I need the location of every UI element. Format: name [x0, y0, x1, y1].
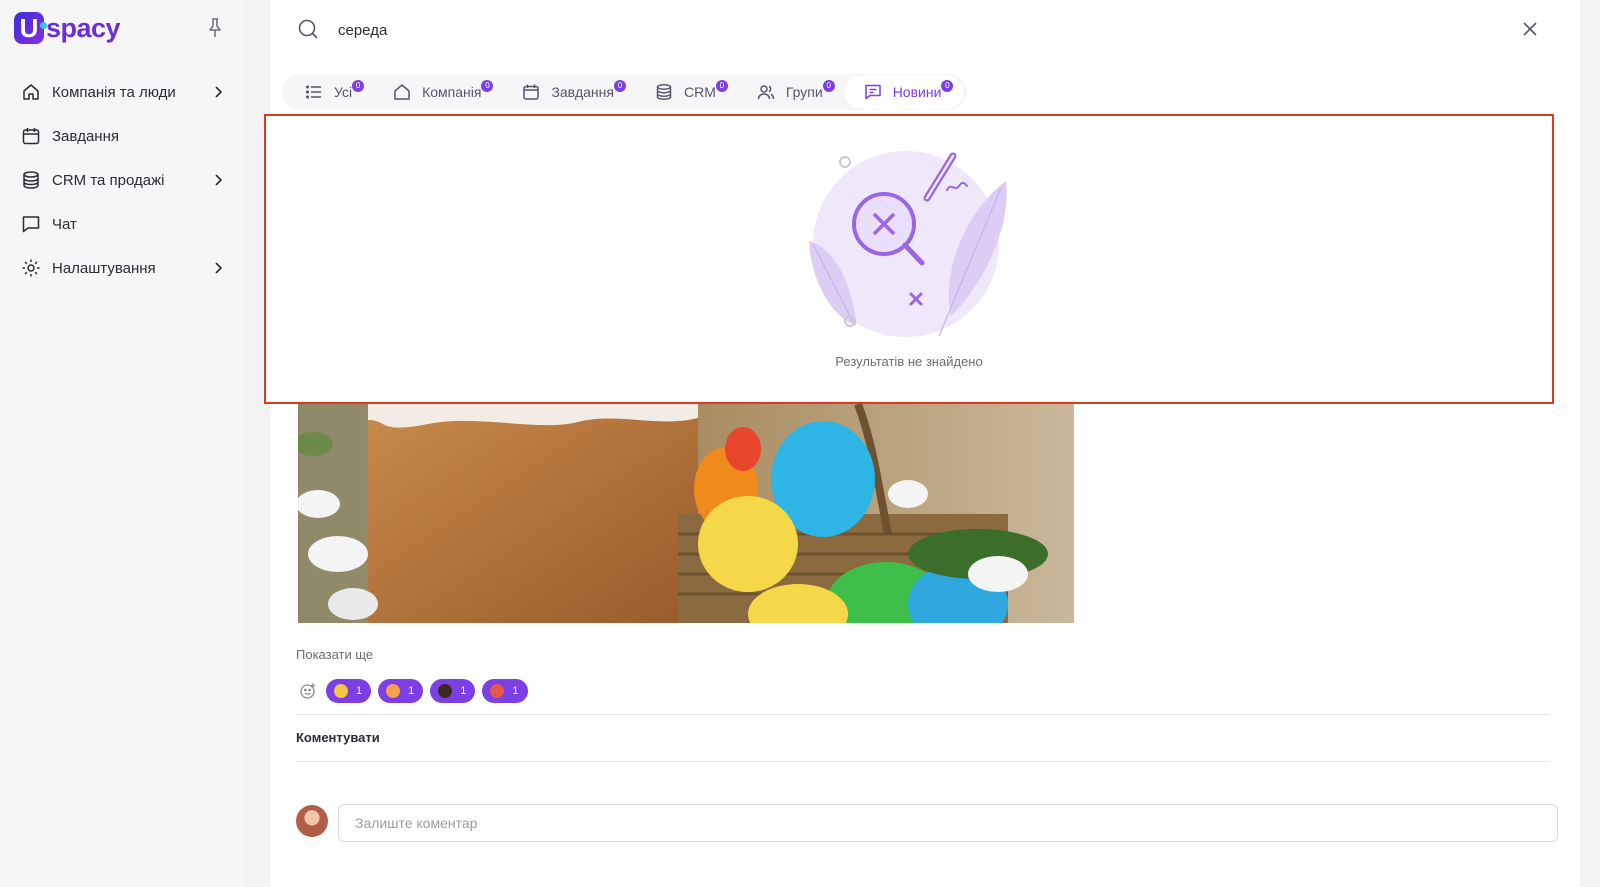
- tab-label: CRM: [683, 84, 716, 100]
- tab-news[interactable]: Новини 0: [844, 75, 964, 109]
- tab-count-badge: 0: [822, 80, 835, 92]
- tab-label: Новини: [892, 84, 942, 100]
- reaction-pill[interactable]: 1: [326, 679, 372, 703]
- sidebar-nav: Компанія та люди Завдання CRM та продажі…: [20, 70, 225, 290]
- calendar-icon: [521, 82, 541, 102]
- search-bar: [270, 0, 1580, 60]
- home-icon: [392, 82, 412, 102]
- sidebar-item-label: CRM та продажі: [52, 171, 165, 189]
- tab-count-badge: 0: [613, 80, 626, 92]
- emoji-icon: [490, 684, 505, 698]
- tab-count-badge: 0: [481, 80, 494, 92]
- reactions-bar: 1 1 1 1: [296, 679, 535, 703]
- tab-company[interactable]: Компанія 0: [374, 75, 503, 109]
- news-icon: [863, 82, 883, 102]
- users-icon: [756, 82, 776, 102]
- sidebar-item-label: Налаштування: [52, 259, 156, 277]
- sidebar-item-settings[interactable]: Налаштування: [20, 246, 225, 290]
- search-tabs: Усі 0 Компанія 0 Завдання 0 CRM 0 Групи …: [282, 74, 968, 110]
- tab-crm[interactable]: CRM 0: [636, 75, 738, 109]
- divider: [296, 714, 1550, 715]
- tab-label: Усі: [334, 84, 353, 100]
- avatar: [296, 805, 328, 837]
- divider: [296, 761, 1550, 762]
- search-icon: [297, 18, 319, 40]
- search-overlay: Усі 0 Компанія 0 Завдання 0 CRM 0 Групи …: [264, 0, 1580, 887]
- list-icon: [304, 82, 324, 102]
- sidebar-item-company[interactable]: Компанія та люди: [20, 70, 225, 114]
- chat-icon: [20, 213, 42, 235]
- tab-count-badge: 0: [352, 80, 365, 92]
- sidebar-item-crm[interactable]: CRM та продажі: [20, 158, 225, 202]
- sidebar-item-chat[interactable]: Чат: [20, 202, 225, 246]
- gear-icon: [20, 257, 42, 279]
- reaction-pill[interactable]: 1: [378, 679, 424, 703]
- tab-count-badge: 0: [715, 80, 728, 92]
- emoji-icon: [386, 684, 401, 698]
- comment-button[interactable]: Коментувати: [296, 730, 380, 745]
- no-results-illustration: [801, 146, 1011, 346]
- post-image[interactable]: [298, 404, 1074, 623]
- tab-label: Завдання: [551, 84, 614, 100]
- database-icon: [20, 169, 42, 191]
- no-results-panel: Результатів не знайдено: [264, 114, 1554, 404]
- search-input[interactable]: [338, 18, 938, 42]
- tab-groups[interactable]: Групи 0: [738, 75, 845, 109]
- sidebar-item-label: Чат: [52, 215, 77, 233]
- database-icon: [654, 82, 674, 102]
- chevron-right-icon: [211, 85, 225, 99]
- sidebar-item-label: Завдання: [52, 127, 119, 145]
- emoji-icon: [438, 684, 453, 698]
- pin-icon[interactable]: [205, 17, 225, 39]
- logo[interactable]: U spacy: [14, 12, 121, 44]
- show-more-link[interactable]: Показати ще: [296, 647, 373, 662]
- reaction-pill[interactable]: 1: [482, 679, 528, 703]
- sidebar-item-tasks[interactable]: Завдання: [20, 114, 225, 158]
- home-icon: [20, 81, 42, 103]
- sidebar-item-label: Компанія та люди: [52, 83, 176, 101]
- logo-text: spacy: [46, 12, 121, 43]
- chevron-right-icon: [211, 261, 225, 275]
- emoji-icon: [334, 684, 348, 698]
- logo-mark: U: [14, 12, 47, 44]
- reaction-pill[interactable]: 1: [430, 679, 476, 703]
- tab-label: Компанія: [422, 84, 482, 100]
- tab-tasks[interactable]: Завдання 0: [503, 75, 636, 109]
- close-icon[interactable]: [1520, 19, 1540, 39]
- add-reaction-icon[interactable]: [296, 679, 320, 703]
- calendar-icon: [20, 125, 42, 147]
- tab-count-badge: 0: [941, 80, 954, 92]
- chevron-right-icon: [211, 173, 225, 187]
- comment-input[interactable]: [338, 804, 1558, 842]
- tab-all[interactable]: Усі 0: [286, 75, 374, 109]
- no-results-text: Результатів не знайдено: [835, 354, 983, 369]
- sidebar: U spacy Компанія та люди Завдання CRM та…: [0, 0, 246, 887]
- tab-label: Групи: [785, 84, 823, 100]
